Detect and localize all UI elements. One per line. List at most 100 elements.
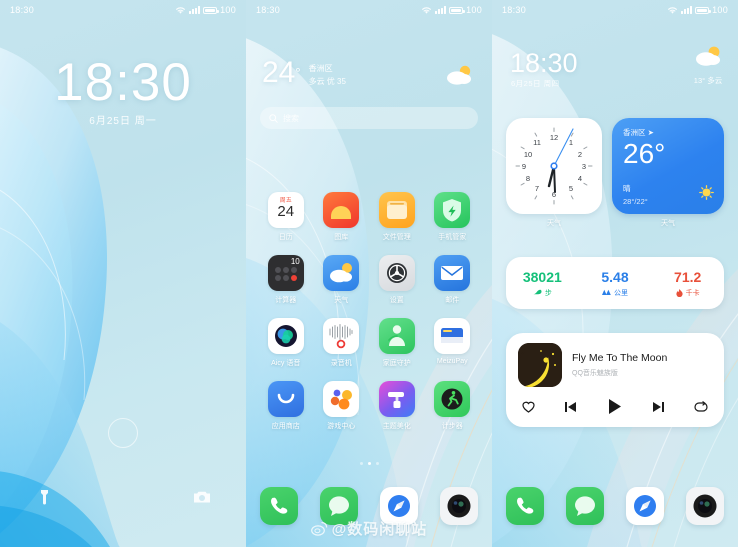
fitness-calories-value: 71.2 [674, 268, 702, 285]
app-label: 邮件 [445, 297, 460, 304]
game-center-icon [323, 381, 360, 417]
app-icon-settings[interactable]: 设置 [369, 255, 425, 305]
play-button[interactable] [607, 398, 623, 420]
header-weather[interactable]: 13° 多云 [692, 44, 724, 86]
flame-icon [676, 288, 683, 297]
app-icon-recorder[interactable]: 录音机 [314, 318, 370, 368]
search-icon [269, 113, 278, 123]
header-weather-cond: 多云 [707, 76, 723, 85]
calculator-display: 10 [290, 257, 300, 266]
status-bar: 18:30 100 [0, 0, 246, 20]
previous-button[interactable] [564, 400, 577, 418]
fitness-distance-unit: 公里 [614, 289, 628, 297]
music-widget[interactable]: Fly Me To The Moon QQ音乐魅族版 [506, 333, 724, 427]
weather-condition: 多云 优 35 [308, 77, 346, 86]
app-icon-weather[interactable]: 天气 [314, 255, 370, 305]
app-icon-family-guard[interactable]: 家庭守护 [369, 318, 425, 368]
app-label: 图库 [334, 234, 349, 241]
route-icon [602, 289, 611, 295]
app-label: 日历 [278, 234, 293, 241]
widgets-date: 6月25日 周四 [511, 79, 560, 88]
music-title: Fly Me To The Moon [572, 352, 668, 364]
app-icon-app-store[interactable]: 应用商店 [258, 381, 314, 431]
cellular-signal-icon [435, 6, 447, 14]
header-weather-temp: 13° [693, 76, 706, 85]
dock-item-messages[interactable] [566, 487, 604, 525]
svg-text:11: 11 [533, 138, 541, 147]
lockscreen-panel: 18:30 100 18:30 6月25日 周一 [0, 0, 246, 547]
app-icon-gallery[interactable]: 图库 [314, 192, 370, 242]
app-label: 手机管家 [438, 234, 467, 241]
app-icon-calendar[interactable]: 周五 24 日历 [258, 192, 314, 242]
dock-item-camera[interactable] [686, 487, 724, 525]
app-icon-meizupay[interactable]: MeizuPay [425, 318, 481, 368]
battery-level: 100 [466, 5, 482, 15]
battery-icon [449, 6, 466, 14]
location-arrow-icon: ➤ [647, 128, 654, 137]
weather-temp: 24 [262, 56, 296, 89]
weather-icon [323, 255, 360, 291]
app-label: 游戏中心 [327, 423, 356, 430]
weather-card-city: 香洲区 [623, 128, 646, 137]
app-label: 设置 [389, 297, 404, 304]
partly-cloudy-icon [696, 46, 720, 66]
file-manager-icon [378, 192, 415, 228]
battery-icon [203, 6, 220, 14]
page-indicator[interactable] [246, 462, 492, 465]
phone-manager-icon [434, 192, 471, 228]
search-input[interactable]: 搜索 [260, 107, 478, 129]
calculator-icon: 10 [267, 255, 304, 291]
dock-item-browser[interactable] [626, 487, 664, 525]
app-label: 计步器 [441, 423, 463, 430]
music-artist: QQ音乐魅族版 [572, 370, 618, 377]
lock-date: 6月25日 周一 [89, 116, 157, 127]
repeat-button[interactable] [694, 400, 708, 418]
status-time: 18:30 [10, 5, 35, 15]
next-button[interactable] [652, 400, 665, 418]
widget-row-top: 12 1 2 345 678 9 10 11 天气 香洲区 ➤ 26° 晴 28… [506, 118, 724, 228]
svg-text:3: 3 [582, 162, 586, 171]
camera-icon[interactable] [192, 487, 212, 507]
status-time: 18:30 [256, 5, 281, 15]
sun-icon [699, 185, 714, 205]
app-icon-pedometer[interactable]: 计步器 [425, 381, 481, 431]
flashlight-icon[interactable] [34, 487, 54, 507]
widgets-panel: 18:30 100 18:30 6月25日 周四 13° 多云 12 1 2 3… [492, 0, 738, 547]
wifi-icon [176, 6, 186, 14]
weather-widget-card[interactable]: 香洲区 ➤ 26° 晴 28°/22° [612, 118, 724, 214]
recorder-icon [323, 318, 360, 354]
wifi-icon [668, 6, 678, 14]
analog-clock-widget[interactable]: 12 1 2 345 678 9 10 11 [506, 118, 602, 214]
app-icon-game-center[interactable]: 游戏中心 [314, 381, 370, 431]
aicy-voice-icon [267, 318, 304, 354]
weather-degree: ° [295, 65, 301, 80]
watermark: @数码闲聊站 [246, 518, 492, 539]
svg-text:1: 1 [569, 138, 573, 147]
app-icon-file-manager[interactable]: 文件管理 [369, 192, 425, 242]
app-label: 计算器 [275, 297, 297, 304]
svg-text:8: 8 [526, 174, 530, 183]
like-button[interactable] [522, 400, 535, 418]
app-icon-phone-manager[interactable]: 手机管家 [425, 192, 481, 242]
settings-gear-icon [378, 255, 415, 291]
weibo-icon [310, 521, 327, 536]
fitness-calories: 71.2 千卡 [651, 257, 724, 309]
app-label: MeizuPay [436, 358, 468, 365]
battery-level: 100 [712, 5, 728, 15]
app-icon-calculator[interactable]: 10 计算器 [258, 255, 314, 305]
svg-text:5: 5 [569, 184, 573, 193]
cellular-signal-icon [681, 6, 693, 14]
dock-item-phone[interactable] [506, 487, 544, 525]
battery-level: 100 [220, 5, 236, 15]
app-icon-mail[interactable]: 邮件 [425, 255, 481, 305]
fitness-widget[interactable]: 38021 步 5.48 公里 71.2 千卡 [506, 257, 724, 309]
app-icon-aicy-voice[interactable]: Aicy 语音 [258, 318, 314, 368]
shoe-icon [533, 289, 542, 295]
weather-card-degree: ° [654, 138, 666, 169]
weather-widget-header[interactable]: 24° 香洲区 多云 优 35 [262, 58, 476, 104]
fitness-distance: 5.48 公里 [579, 257, 652, 309]
wifi-icon [422, 6, 432, 14]
app-label: 应用商店 [271, 423, 300, 430]
fingerprint-ring-icon[interactable] [108, 418, 138, 448]
app-icon-theme[interactable]: 主题美化 [369, 381, 425, 431]
